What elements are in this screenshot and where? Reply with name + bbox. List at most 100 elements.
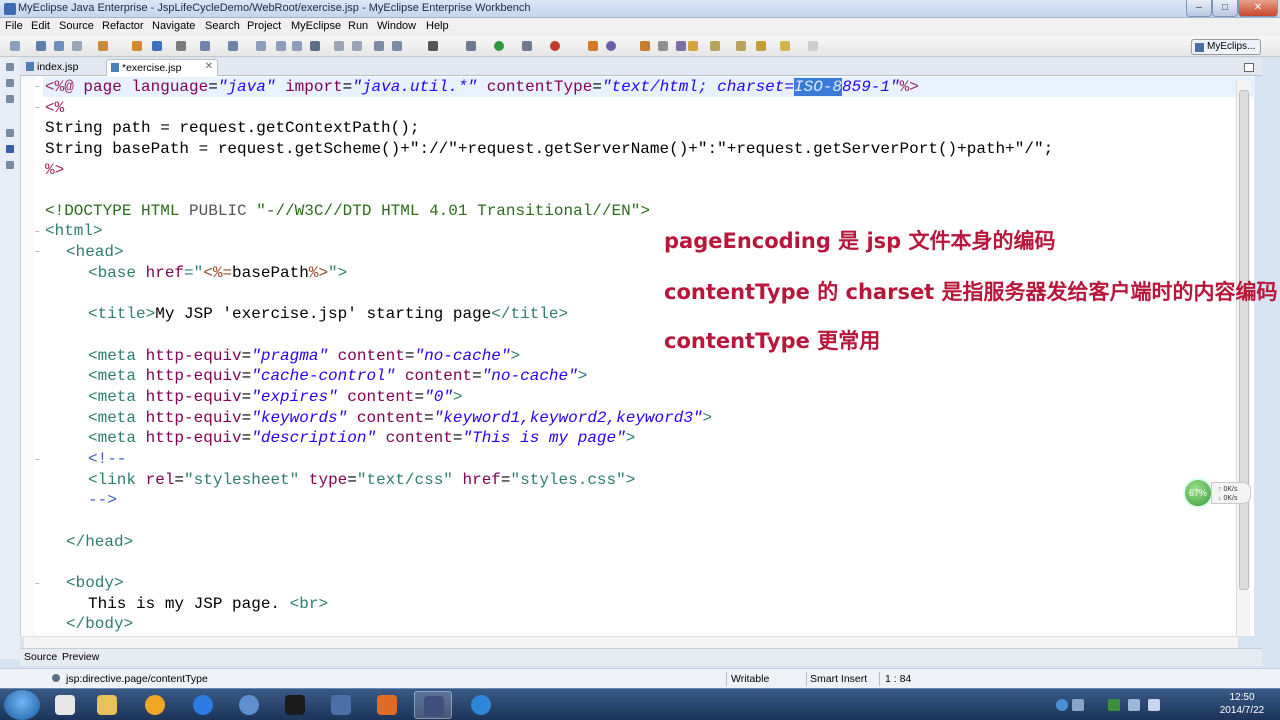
tab-source[interactable]: Source	[24, 651, 57, 663]
tray-icon[interactable]	[1072, 699, 1084, 711]
volume-icon[interactable]	[1128, 699, 1140, 711]
server-icon[interactable]	[132, 41, 142, 51]
taskbar-explorer[interactable]	[88, 691, 126, 719]
menu-navigate[interactable]: Navigate	[152, 20, 195, 32]
taskbar-clock[interactable]: 12:50 2014/7/22	[1212, 691, 1272, 717]
palette-icon[interactable]	[588, 41, 598, 51]
status-insert-mode: Smart Insert	[810, 673, 868, 685]
myeclipse-app-icon	[4, 3, 16, 15]
taskbar-app-s[interactable]	[462, 691, 500, 719]
edit-icon[interactable]	[658, 41, 668, 51]
highlight-icon[interactable]	[688, 41, 698, 51]
terminal-icon[interactable]	[176, 41, 186, 51]
code-line-meta: <meta http-equiv="pragma" content="no-ca…	[88, 347, 521, 365]
fold-icon[interactable]: −	[35, 456, 43, 464]
scrollbar-thumb[interactable]	[1239, 90, 1249, 590]
maximize-editor-icon[interactable]	[1244, 63, 1254, 72]
menu-help[interactable]: Help	[426, 20, 449, 32]
fold-icon[interactable]: −	[35, 83, 43, 91]
taskbar-powerpoint[interactable]	[368, 691, 406, 719]
task-icon[interactable]	[334, 41, 344, 51]
back-icon[interactable]	[780, 41, 790, 51]
hierarchy-icon[interactable]	[6, 95, 14, 103]
menu-myeclipse[interactable]: MyEclipse	[291, 20, 341, 32]
layout-icon[interactable]	[374, 41, 384, 51]
taskbar-myeclipse[interactable]	[414, 691, 452, 719]
close-tab-icon[interactable]: ✕	[205, 61, 213, 72]
menu-project[interactable]: Project	[247, 20, 281, 32]
last-edit-icon[interactable]	[756, 41, 766, 51]
close-button[interactable]: ✕	[1238, 0, 1278, 17]
print-icon[interactable]	[72, 41, 82, 51]
new-icon[interactable]	[10, 41, 20, 51]
restore-view-icon[interactable]	[6, 63, 14, 71]
browser-icon[interactable]	[152, 41, 162, 51]
prev-annotation-icon[interactable]	[736, 41, 746, 51]
console-icon[interactable]	[428, 41, 438, 51]
search-icon[interactable]	[292, 41, 302, 51]
taskbar-media-player[interactable]	[46, 691, 84, 719]
new-package-icon[interactable]	[228, 41, 238, 51]
menu-file[interactable]: File	[5, 20, 23, 32]
mark-icon[interactable]	[676, 41, 686, 51]
tab-exercise-jsp[interactable]: *exercise.jsp ✕	[106, 59, 218, 76]
debug-icon[interactable]	[466, 41, 476, 51]
view-icon[interactable]	[392, 41, 402, 51]
open-folder-icon[interactable]	[640, 41, 650, 51]
taskbar-app[interactable]	[322, 691, 360, 719]
menu-window[interactable]: Window	[377, 20, 416, 32]
new-class-icon[interactable]	[200, 41, 210, 51]
horizontal-scrollbar[interactable]	[24, 636, 1238, 648]
menu-search[interactable]: Search	[205, 20, 240, 32]
menu-refactor[interactable]: Refactor	[102, 20, 144, 32]
run-icon[interactable]	[494, 41, 504, 51]
open-resource-icon[interactable]	[276, 41, 286, 51]
annotation-icon[interactable]	[352, 41, 362, 51]
menu-edit[interactable]: Edit	[31, 20, 50, 32]
shield-icon[interactable]	[1108, 699, 1120, 711]
tab-index-jsp[interactable]: index.jsp	[22, 59, 100, 76]
taskbar-browser[interactable]	[136, 691, 174, 719]
refresh-icon[interactable]	[606, 41, 616, 51]
menu-run[interactable]: Run	[348, 20, 368, 32]
deploy-icon[interactable]	[98, 41, 108, 51]
fold-icon[interactable]: −	[35, 248, 43, 256]
save-all-icon[interactable]	[54, 41, 64, 51]
maximize-button[interactable]: □	[1212, 0, 1238, 17]
tasks-icon[interactable]	[6, 161, 14, 169]
taskbar-player[interactable]	[184, 691, 222, 719]
annotation-ruler	[21, 76, 35, 636]
editor-tab-bar: index.jsp *exercise.jsp ✕	[20, 58, 1262, 76]
start-button[interactable]	[4, 690, 40, 720]
next-annotation-icon[interactable]	[710, 41, 720, 51]
open-type-icon[interactable]	[256, 41, 266, 51]
network-status-icon[interactable]	[1148, 699, 1160, 711]
forward-icon[interactable]	[808, 41, 818, 51]
myeclipse-icon	[424, 696, 444, 716]
globe-icon[interactable]	[310, 41, 320, 51]
external-tools-icon[interactable]	[550, 41, 560, 51]
code-editor[interactable]: − − − − − − <%@ page language="java" imp…	[20, 76, 1255, 636]
coverage-icon[interactable]	[522, 41, 532, 51]
code-line-comment-close: -->	[88, 491, 117, 509]
fold-icon[interactable]: −	[35, 580, 43, 588]
vertical-scrollbar[interactable]	[1236, 80, 1250, 636]
menu-source[interactable]: Source	[59, 20, 94, 32]
folder-icon	[97, 695, 117, 715]
code-line-2: <%	[45, 99, 65, 117]
network-speed-panel: ↑ 0K/s ↓ 0K/s	[1211, 482, 1251, 504]
save-icon[interactable]	[36, 41, 46, 51]
minimize-button[interactable]: –	[1186, 0, 1212, 17]
tab-preview[interactable]: Preview	[62, 651, 99, 663]
network-meter-widget[interactable]: 67% ↑ 0K/s ↓ 0K/s	[1183, 478, 1253, 508]
help-icon[interactable]	[1056, 699, 1068, 711]
package-explorer-icon[interactable]	[6, 79, 14, 87]
fold-icon[interactable]: −	[35, 228, 43, 236]
code-line-body-close: </body>	[66, 615, 134, 633]
perspective-switcher[interactable]: MyEclips...	[1191, 39, 1261, 55]
fold-icon[interactable]: −	[35, 104, 43, 112]
outline-icon[interactable]	[6, 129, 14, 137]
taskbar-network[interactable]	[230, 691, 268, 719]
problems-icon[interactable]	[6, 145, 14, 153]
taskbar-cmd[interactable]	[276, 691, 314, 719]
